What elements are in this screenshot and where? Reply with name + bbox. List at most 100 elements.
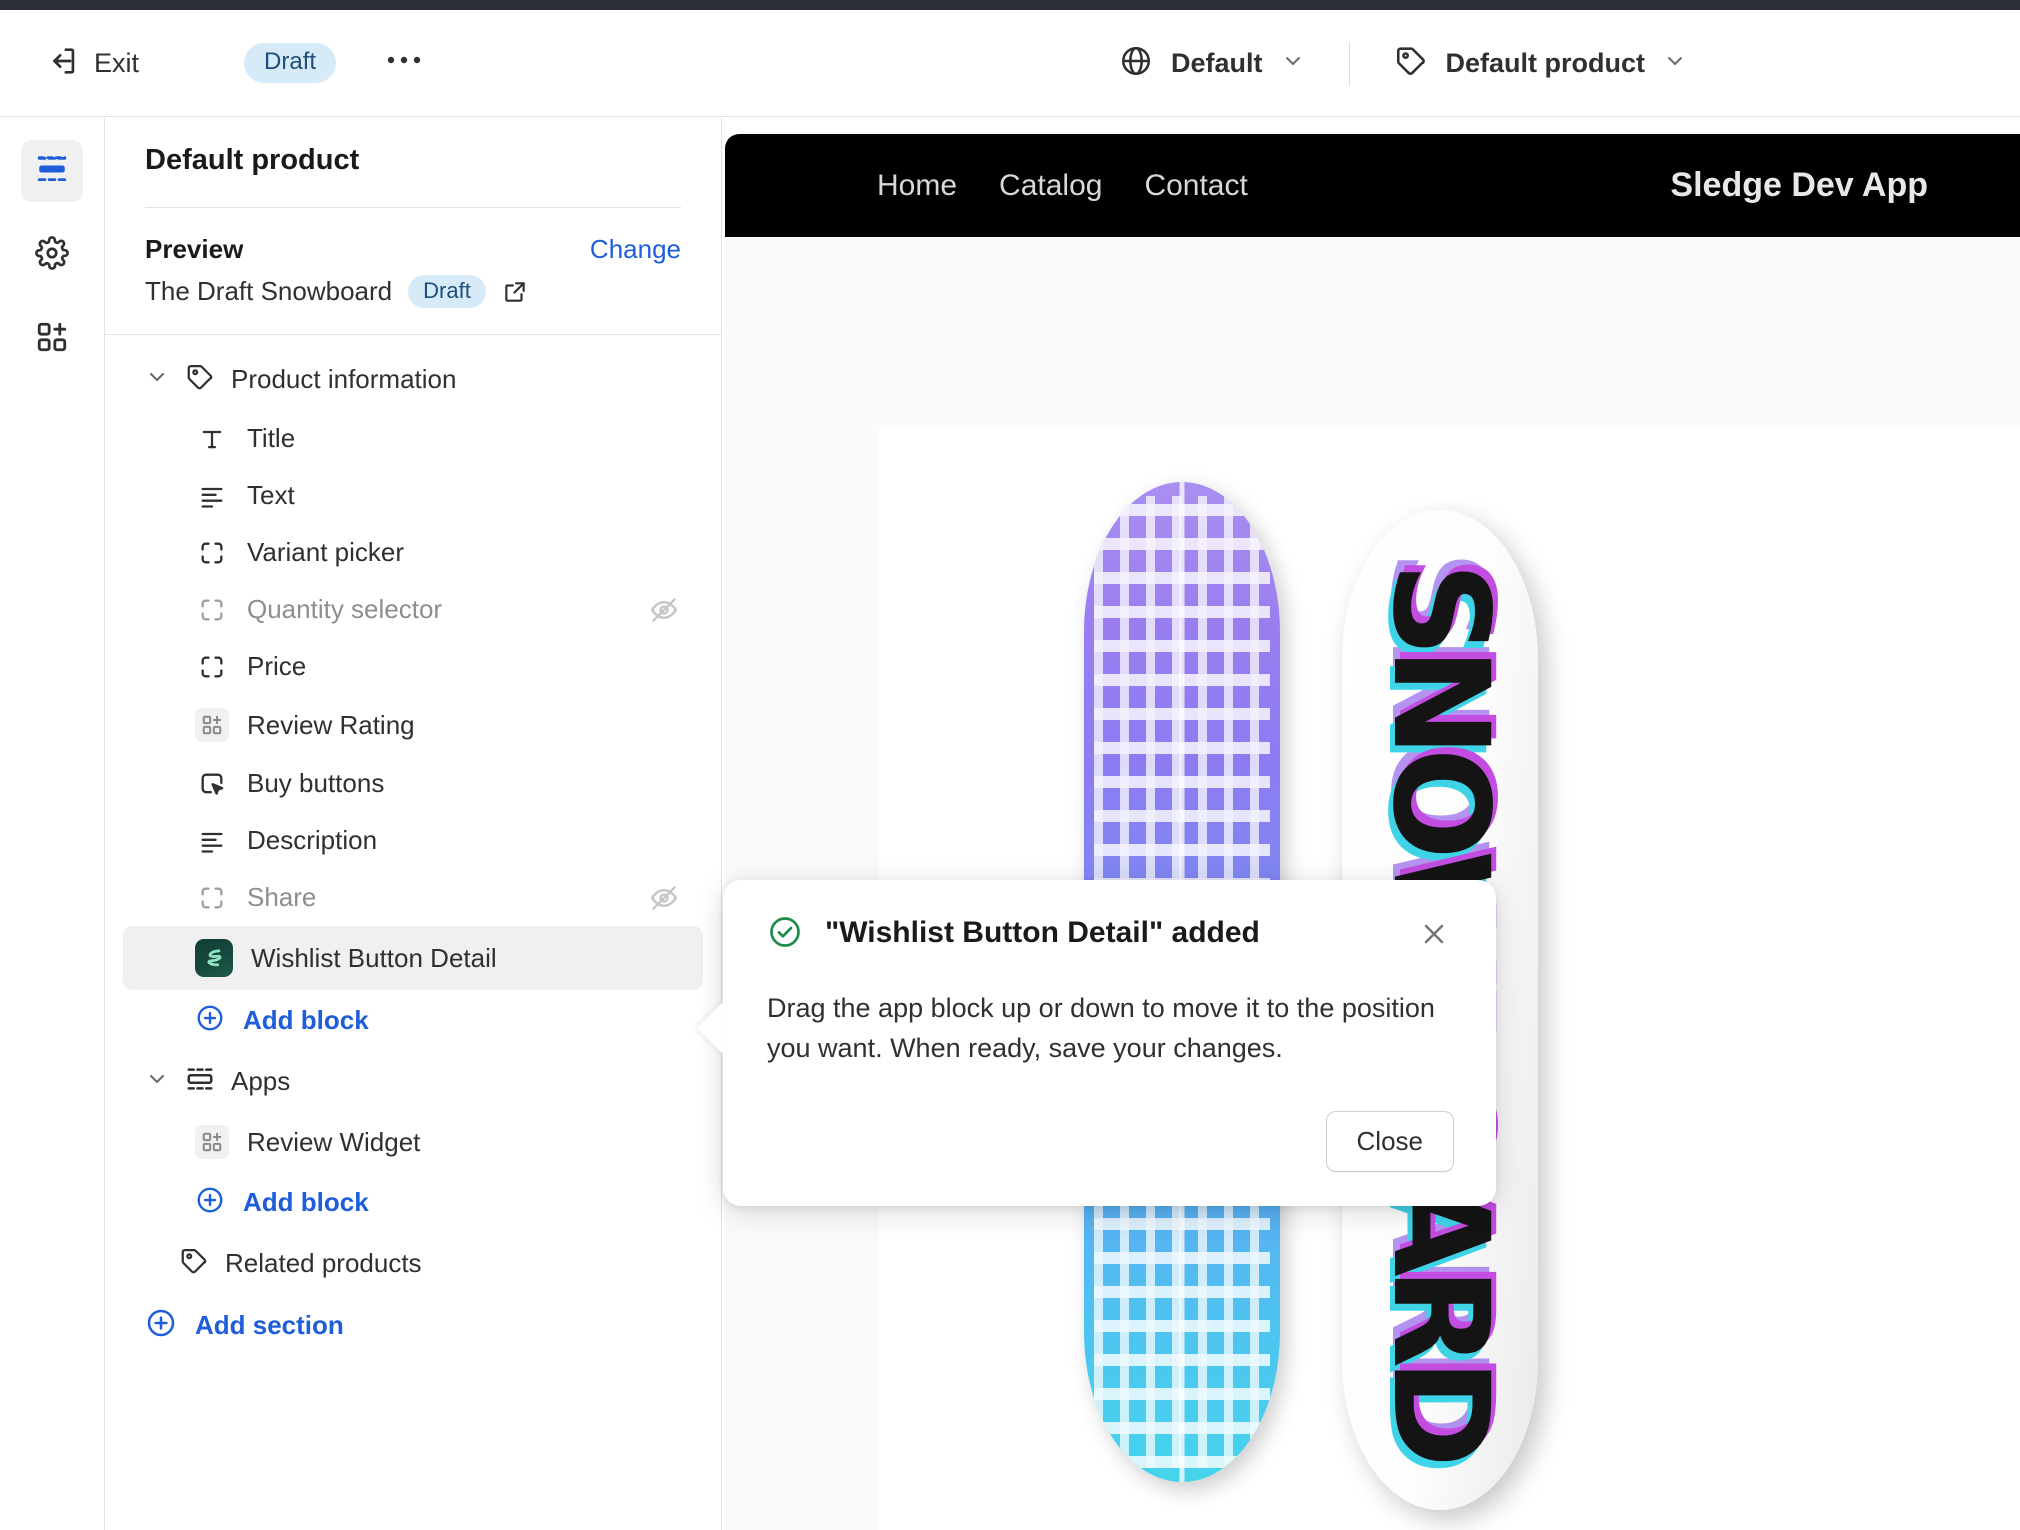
- section-group-apps[interactable]: Apps: [123, 1051, 703, 1112]
- block-row-review-rating[interactable]: Review Rating: [123, 695, 703, 755]
- preview-row: Preview Change: [105, 208, 721, 265]
- exit-button[interactable]: Exit: [36, 36, 149, 91]
- gear-icon: [35, 236, 69, 275]
- block-row-share[interactable]: Share: [123, 869, 703, 926]
- circle-plus-icon: [195, 1185, 225, 1220]
- chevron-down-icon: [1663, 49, 1687, 78]
- add-block-button-apps[interactable]: Add block: [123, 1172, 703, 1233]
- preview-product-row: The Draft Snowboard Draft: [105, 265, 721, 334]
- block-label: Review Widget: [247, 1127, 420, 1158]
- template-selector-label: Default product: [1446, 48, 1646, 79]
- block-row-review-widget[interactable]: Review Widget: [123, 1112, 703, 1172]
- sections-icon: [185, 1064, 215, 1099]
- app-block-icon: [195, 708, 229, 742]
- block-row-title[interactable]: Title: [123, 410, 703, 467]
- sidebar-header: Default product: [105, 118, 721, 208]
- block-label: Variant picker: [247, 537, 404, 568]
- editor-icon-rail: [0, 118, 105, 1530]
- block-label: Buy buttons: [247, 768, 384, 799]
- locale-selector[interactable]: Default: [1105, 35, 1319, 92]
- circle-plus-icon: [145, 1307, 177, 1344]
- block-placeholder-icon: [195, 596, 229, 624]
- rail-item-theme-settings[interactable]: [21, 224, 83, 286]
- app-block-icon: [195, 1125, 229, 1159]
- section-group-product-information[interactable]: Product information: [123, 349, 703, 410]
- text-lines-icon: [195, 482, 229, 510]
- popover-header: "Wishlist Button Detail" added: [767, 914, 1454, 955]
- popover-body-text: Drag the app block up or down to move it…: [767, 989, 1454, 1069]
- block-label: Text: [247, 480, 295, 511]
- sledge-app-icon: [195, 939, 233, 977]
- more-options-button[interactable]: [380, 39, 428, 87]
- block-label: Description: [247, 825, 377, 856]
- window-chrome-strip: [0, 0, 2020, 10]
- storefront-nav: Home Catalog Contact: [877, 169, 1248, 203]
- cursor-button-icon: [195, 770, 229, 798]
- eye-slash-icon[interactable]: [649, 883, 679, 913]
- section-group-label: Related products: [225, 1248, 422, 1279]
- chevron-down-icon: [1281, 49, 1305, 78]
- preview-product-name: The Draft Snowboard: [145, 276, 392, 307]
- topbar-selectors: Default Default product: [1105, 10, 1701, 117]
- popover-tail: [697, 1000, 725, 1056]
- locale-selector-label: Default: [1171, 48, 1263, 79]
- add-section-button[interactable]: Add section: [123, 1294, 703, 1357]
- add-block-label: Add block: [243, 1005, 369, 1036]
- tag-icon: [179, 1246, 209, 1281]
- section-group-related-products[interactable]: Related products: [123, 1233, 703, 1294]
- block-label: Share: [247, 882, 316, 913]
- chevron-down-icon[interactable]: [145, 365, 169, 394]
- preview-label: Preview: [145, 234, 243, 265]
- change-preview-link[interactable]: Change: [590, 234, 681, 265]
- popover-actions: Close: [767, 1111, 1454, 1172]
- nav-link-home[interactable]: Home: [877, 169, 957, 203]
- block-placeholder-icon: [195, 653, 229, 681]
- apps-icon: [35, 320, 69, 359]
- external-link-icon[interactable]: [502, 279, 528, 305]
- page-title: Default product: [145, 144, 681, 177]
- template-selector[interactable]: Default product: [1380, 35, 1702, 92]
- globe-icon: [1119, 44, 1153, 83]
- tag-icon: [1394, 44, 1428, 83]
- block-label: Wishlist Button Detail: [251, 943, 497, 974]
- text-lines-icon: [195, 827, 229, 855]
- block-row-price[interactable]: Price: [123, 638, 703, 695]
- block-placeholder-icon: [195, 539, 229, 567]
- block-added-popover: "Wishlist Button Detail" added Drag the …: [723, 880, 1496, 1206]
- block-label: Review Rating: [247, 710, 415, 741]
- storefront-preview-frame: Home Catalog Contact Sledge Dev App SNOW…: [725, 134, 2020, 1530]
- add-section-label: Add section: [195, 1310, 344, 1341]
- text-title-icon: [195, 425, 229, 453]
- block-row-variant-picker[interactable]: Variant picker: [123, 524, 703, 581]
- rail-item-sections[interactable]: [21, 140, 83, 202]
- circle-plus-icon: [195, 1003, 225, 1038]
- block-row-description[interactable]: Description: [123, 812, 703, 869]
- section-tree: Product information Title Text Var: [105, 335, 721, 1357]
- block-row-buy-buttons[interactable]: Buy buttons: [123, 755, 703, 812]
- ellipsis-icon: [387, 39, 421, 73]
- nav-link-catalog[interactable]: Catalog: [999, 169, 1102, 203]
- chevron-down-icon[interactable]: [145, 1067, 169, 1096]
- close-icon[interactable]: [1414, 914, 1454, 954]
- editor-topbar: Exit Draft Default: [0, 10, 2020, 117]
- rail-item-apps[interactable]: [21, 308, 83, 370]
- tag-icon: [185, 362, 215, 397]
- section-group-label: Product information: [231, 364, 456, 395]
- eye-slash-icon[interactable]: [649, 595, 679, 625]
- topbar-divider: [1349, 42, 1350, 86]
- check-circle-icon: [767, 914, 803, 955]
- nav-link-contact[interactable]: Contact: [1144, 169, 1247, 203]
- exit-icon: [46, 44, 80, 83]
- block-label: Title: [247, 423, 295, 454]
- block-row-quantity-selector[interactable]: Quantity selector: [123, 581, 703, 638]
- close-button[interactable]: Close: [1326, 1111, 1454, 1172]
- block-row-text[interactable]: Text: [123, 467, 703, 524]
- storefront-brand: Sledge Dev App: [1670, 166, 1958, 205]
- preview-product-badge: Draft: [408, 275, 486, 308]
- status-badge: Draft: [244, 43, 336, 83]
- section-group-label: Apps: [231, 1066, 290, 1097]
- block-label: Price: [247, 651, 306, 682]
- add-block-button-product-information[interactable]: Add block: [123, 990, 703, 1051]
- exit-label: Exit: [94, 48, 139, 79]
- block-row-wishlist-button-detail[interactable]: Wishlist Button Detail: [123, 926, 703, 990]
